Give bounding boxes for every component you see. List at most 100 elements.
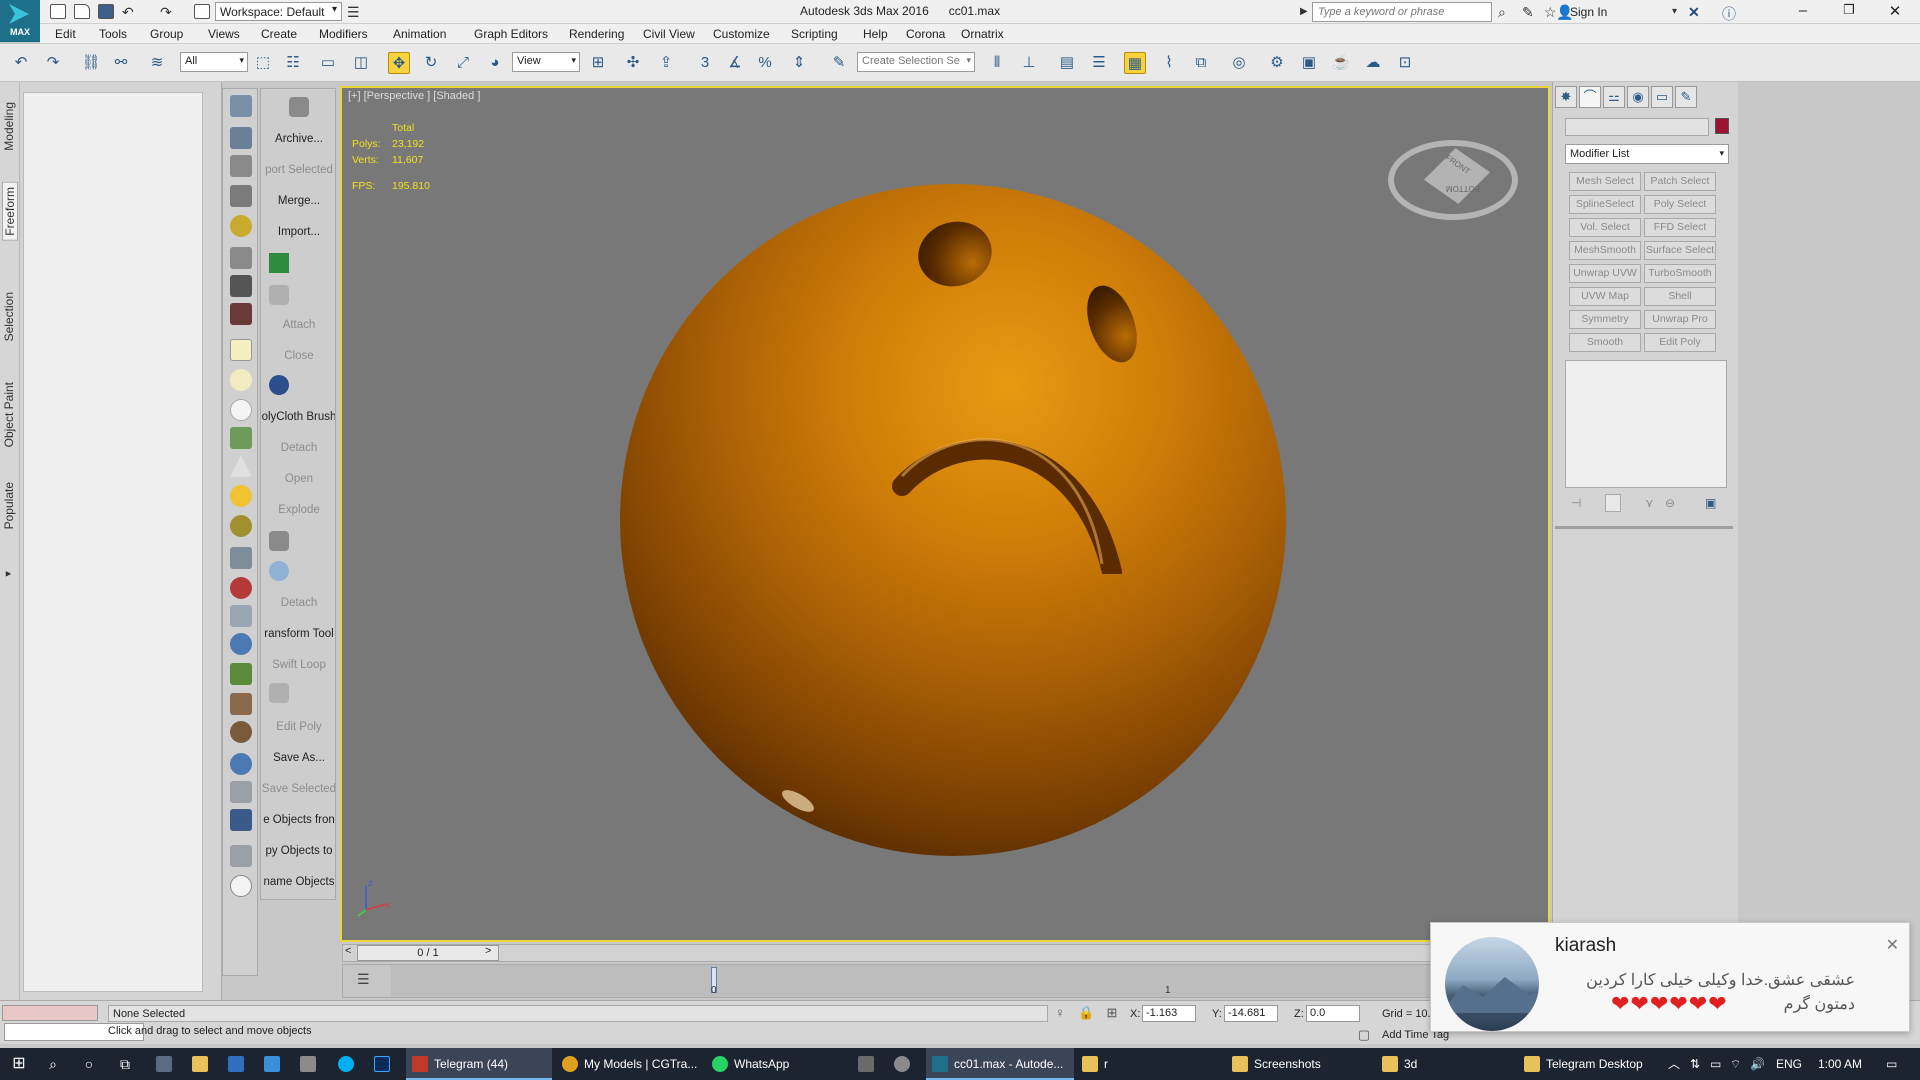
photoshop-icon[interactable] xyxy=(374,1056,390,1072)
dots-icon[interactable] xyxy=(269,561,289,581)
time-slider-thumb[interactable]: 0 / 1 xyxy=(357,945,499,961)
mod-uvw-map[interactable]: UVW Map xyxy=(1569,287,1641,306)
rock-icon[interactable] xyxy=(230,721,252,743)
script-icon[interactable] xyxy=(230,809,252,831)
taskbar-telegram[interactable]: Telegram (44) xyxy=(406,1048,552,1080)
qr-icon[interactable] xyxy=(269,375,289,395)
network-icon[interactable]: ⇅ xyxy=(1690,1048,1700,1080)
mod-meshsmooth[interactable]: MeshSmooth xyxy=(1569,241,1641,260)
link-icon[interactable]: ⛓ xyxy=(80,52,102,74)
chevron-down-icon[interactable]: ▾ xyxy=(1672,6,1677,17)
menu-ornatrix[interactable]: Ornatrix xyxy=(961,27,1004,41)
help-icon[interactable] xyxy=(230,875,252,897)
ribbon-tab-selection[interactable]: Selection xyxy=(2,292,16,341)
reference-coordinate-dropdown[interactable]: View ▾ xyxy=(512,52,580,72)
remove-modifier-icon[interactable]: ⊖ xyxy=(1665,496,1675,510)
mod-patch-select[interactable]: Patch Select xyxy=(1644,172,1716,191)
render-setup-icon[interactable]: ⚙ xyxy=(1266,52,1288,74)
taskbar-chrome-cgtrader[interactable]: My Models | CGTra... xyxy=(556,1048,704,1080)
minimize-icon[interactable]: – xyxy=(1780,2,1826,19)
redo-tool-icon[interactable]: ↷ xyxy=(42,52,64,74)
object-color-swatch[interactable] xyxy=(1715,118,1729,134)
camera-icon[interactable] xyxy=(230,275,252,297)
green-screen-icon[interactable] xyxy=(269,253,289,273)
curve-editor-icon[interactable]: ⌇ xyxy=(1158,52,1180,74)
bind-space-warp-icon[interactable]: ≋ xyxy=(146,52,168,74)
tray-chevron-up-icon[interactable]: ︿ xyxy=(1668,1048,1680,1080)
track-bar[interactable]: ☰ 0 1 xyxy=(342,964,1548,998)
mod-spline-select[interactable]: SplineSelect xyxy=(1569,195,1641,214)
configure-modifier-sets-icon[interactable]: ▣ xyxy=(1705,496,1716,510)
telegram-notification[interactable]: kiarash عشقی عشق.خدا وکیلی خیلی کارا کرد… xyxy=(1430,922,1910,1032)
calculator-icon[interactable] xyxy=(156,1056,172,1072)
undo-icon[interactable]: ↶ xyxy=(122,4,134,21)
search-input[interactable]: Type a keyword or phrase xyxy=(1312,2,1492,22)
cmd-rename-objects[interactable]: name Objects xyxy=(261,876,335,888)
absolute-mode-icon[interactable]: ⊞ xyxy=(1104,1005,1120,1021)
menu-help[interactable]: Help xyxy=(863,27,888,41)
snaps-toggle-icon[interactable]: 3 xyxy=(694,52,716,74)
manipulate-icon[interactable]: ✣ xyxy=(622,52,644,74)
taskbar-folder-telegram-desktop[interactable]: Telegram Desktop xyxy=(1518,1048,1666,1080)
ribbon-expand-icon[interactable]: ◂ xyxy=(2,568,15,581)
close-icon[interactable]: ✕ xyxy=(1872,2,1918,20)
mod-edit-poly[interactable]: Edit Poly xyxy=(1644,333,1716,352)
close-icon[interactable]: ✕ xyxy=(1886,935,1899,955)
cone-icon[interactable] xyxy=(230,455,252,477)
store-icon[interactable] xyxy=(192,1056,208,1072)
mod-ffd-select[interactable]: FFD Select xyxy=(1644,218,1716,237)
mod-turbosmooth[interactable]: TurboSmooth xyxy=(1644,264,1716,283)
quick-access-menu-icon[interactable]: ☰ xyxy=(347,4,360,21)
edit-named-selection-icon[interactable]: ✎ xyxy=(828,52,850,74)
hierarchy-tab-icon[interactable]: ⚍ xyxy=(1603,86,1625,108)
play-arrow-icon[interactable]: ▶ xyxy=(1300,6,1308,17)
project-folder-icon[interactable] xyxy=(194,4,210,19)
search-icon[interactable]: ⌕ xyxy=(38,1048,68,1080)
volume-icon[interactable]: 🔊 xyxy=(1750,1048,1765,1080)
grid-panel-icon[interactable] xyxy=(230,185,252,207)
globe-icon[interactable] xyxy=(230,633,252,655)
unlink-icon[interactable]: ⚯ xyxy=(110,52,132,74)
rendered-frame-window-icon[interactable]: ▣ xyxy=(1298,52,1320,74)
sign-in-link[interactable]: Sign In xyxy=(1570,5,1607,19)
viewport-label[interactable]: [+] [Perspective ] [Shaded ] xyxy=(348,90,480,102)
render-production-icon[interactable]: ☕ xyxy=(1330,52,1352,74)
a360-gallery-icon[interactable]: ⊡ xyxy=(1394,52,1416,74)
mod-shell[interactable]: Shell xyxy=(1644,287,1716,306)
keyboard-shortcut-override-icon[interactable]: ⇪ xyxy=(655,52,677,74)
menu-edit[interactable]: Edit xyxy=(55,27,76,41)
cmd-polycloth-brush[interactable]: olyCloth Brush xyxy=(261,411,335,423)
cmd-objects-from[interactable]: e Objects fron xyxy=(261,814,335,826)
help-icon[interactable]: ⓘ xyxy=(1722,4,1736,24)
robot-icon[interactable] xyxy=(230,247,252,269)
communication-icon[interactable]: ✎ xyxy=(1522,4,1534,21)
redo-icon[interactable]: ↷ xyxy=(160,4,172,21)
ball-icon[interactable] xyxy=(230,753,252,775)
sad-face-sphere-model[interactable] xyxy=(620,184,1286,856)
plant-icon[interactable] xyxy=(230,663,252,685)
show-end-result-icon[interactable] xyxy=(1605,494,1621,512)
windows-start-icon[interactable]: ⊞ xyxy=(0,1048,38,1080)
mod-unwrap-pro[interactable]: Unwrap Pro xyxy=(1644,310,1716,329)
make-unique-icon[interactable]: ⋎ xyxy=(1645,496,1654,510)
cortana-icon[interactable]: ○ xyxy=(74,1048,104,1080)
selection-filter-dropdown[interactable]: All ▾ xyxy=(180,52,248,72)
mod-surface-select[interactable]: Surface Select xyxy=(1644,241,1716,260)
save-icon[interactable] xyxy=(98,4,114,19)
utilities-tab-icon[interactable]: ✎ xyxy=(1675,86,1697,108)
restore-icon[interactable]: ❐ xyxy=(1826,2,1872,18)
menu-tools[interactable]: Tools xyxy=(99,27,127,41)
ribbon-tab-object-paint[interactable]: Object Paint xyxy=(2,382,16,447)
material-editor-icon[interactable]: ◎ xyxy=(1228,52,1250,74)
viewcube-box[interactable] xyxy=(1424,148,1490,204)
render-in-cloud-icon[interactable]: ☁ xyxy=(1362,52,1384,74)
new-file-icon[interactable] xyxy=(50,4,66,19)
taskbar-folder-screenshots[interactable]: Screenshots xyxy=(1226,1048,1374,1080)
copy-icon[interactable] xyxy=(230,781,252,803)
modifier-list-dropdown[interactable]: Modifier List ▾ xyxy=(1565,144,1729,164)
battery-icon[interactable]: ▭ xyxy=(1710,1048,1721,1080)
viewcube[interactable]: FRONT BOTTOM xyxy=(1388,140,1518,220)
stairs-icon[interactable] xyxy=(230,547,252,569)
hand-tool-icon[interactable] xyxy=(230,95,252,117)
app-logo[interactable]: MAX xyxy=(0,0,40,42)
